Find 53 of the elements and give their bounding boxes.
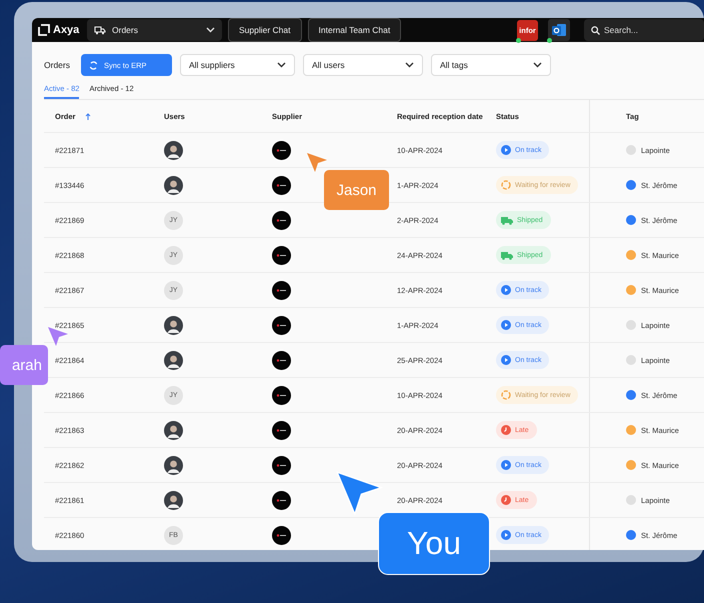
sync-icon — [88, 60, 98, 70]
truck-icon — [501, 216, 513, 224]
supplier-logo-icon — [272, 280, 291, 300]
play-icon — [501, 285, 511, 295]
supplier-logo-icon — [272, 176, 291, 194]
supplier-logo-icon — [272, 490, 291, 510]
cursor-name-label: arah — [0, 345, 48, 385]
cursor-name-label: You — [378, 512, 490, 575]
sort-arrow-icon[interactable] — [85, 112, 92, 120]
logo-text: Axya — [53, 24, 80, 36]
play-icon — [501, 145, 511, 155]
avatar-icon — [164, 420, 183, 440]
mail-app-icon[interactable] — [548, 19, 570, 41]
avatar-icon — [164, 316, 183, 334]
clock-icon — [501, 495, 511, 505]
filter-dropdown[interactable]: All tags — [430, 54, 551, 76]
supplier-logo-icon — [272, 526, 291, 544]
truck-icon — [501, 250, 513, 260]
chevron-down-icon — [404, 62, 414, 68]
chevron-down-icon — [276, 62, 286, 68]
avatar-icon — [164, 350, 183, 370]
chat-button[interactable]: Internal Team Chat — [308, 18, 402, 42]
avatar-icon — [164, 176, 183, 194]
chevron-down-icon — [532, 62, 542, 68]
chat-button[interactable]: Supplier Chat — [228, 18, 302, 42]
supplier-logo-icon — [272, 420, 291, 440]
supplier-logo-icon — [272, 246, 291, 264]
supplier-logo-icon — [272, 316, 291, 334]
avatar-icon — [164, 490, 183, 510]
filter-dropdown[interactable]: All users — [302, 54, 423, 76]
avatar-icon — [164, 456, 183, 474]
loading-icon — [501, 390, 511, 400]
avatar-icon — [164, 140, 183, 160]
supplier-logo-icon — [272, 456, 291, 474]
supplier-logo-icon — [272, 350, 291, 370]
page-title: Orders — [44, 60, 70, 70]
play-icon — [501, 320, 511, 330]
loading-icon — [501, 180, 511, 190]
truck-icon — [94, 26, 106, 34]
cursor-name-label: Jason — [324, 170, 389, 210]
supplier-logo-icon — [272, 210, 291, 230]
cursor-arrow-icon — [306, 152, 328, 174]
supplier-logo-icon — [272, 386, 291, 404]
search-field[interactable]: Search... — [584, 19, 704, 41]
logo-icon — [38, 24, 50, 36]
chevron-down-icon — [206, 27, 215, 33]
clock-icon — [501, 425, 511, 435]
filter-dropdown[interactable]: All suppliers — [180, 54, 295, 76]
play-icon — [501, 530, 511, 540]
supplier-logo-icon — [272, 140, 291, 160]
module-dropdown[interactable]: Orders — [87, 19, 222, 41]
play-icon — [501, 460, 511, 470]
play-icon — [501, 355, 511, 365]
